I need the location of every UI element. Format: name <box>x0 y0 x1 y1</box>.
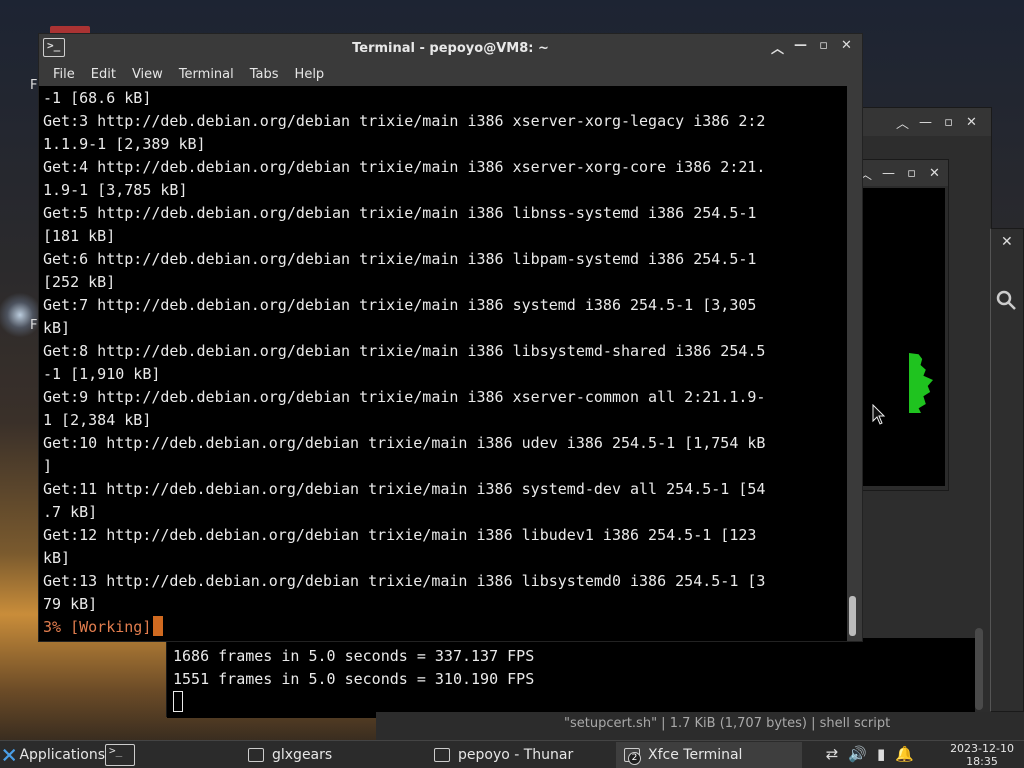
network-icon[interactable]: ⇄ <box>826 745 839 763</box>
terminal-line: Get:11 http://deb.debian.org/debian trix… <box>43 480 766 498</box>
task-xfce-terminal[interactable]: 2 Xfce Terminal <box>616 741 802 768</box>
terminal-line: Get:10 http://deb.debian.org/debian trix… <box>43 434 766 452</box>
terminal-line: Get:6 http://deb.debian.org/debian trixi… <box>43 250 757 268</box>
terminal-output[interactable]: 1686 frames in 5.0 seconds = 337.137 FPS… <box>167 638 975 718</box>
apt-status-line: 3% [Working] <box>43 618 152 636</box>
main-terminal-window[interactable]: >_ Terminal - pepoyo@VM8: ~ ︿ — ▫ ✕ File… <box>38 33 863 642</box>
terminal-screen[interactable]: -1 [68.6 kB] Get:3 http://deb.debian.org… <box>39 86 847 641</box>
menu-bar: File Edit View Terminal Tabs Help <box>39 62 862 86</box>
chevron-up-icon[interactable]: ︿ <box>891 113 914 132</box>
task-thunar[interactable]: pepoyo - Thunar <box>426 742 616 768</box>
scrollbar-thumb[interactable] <box>849 596 856 636</box>
window-titlebar[interactable]: >_ Terminal - pepoyo@VM8: ~ ︿ — ▫ ✕ <box>39 34 862 62</box>
task-label: pepoyo - Thunar <box>458 746 574 763</box>
terminal-line: 79 kB] <box>43 595 98 613</box>
terminal-line: kB] <box>43 549 71 567</box>
terminal-line: Get:3 http://deb.debian.org/debian trixi… <box>43 112 766 130</box>
terminal-line: Get:4 http://deb.debian.org/debian trixi… <box>43 158 766 176</box>
terminal-line: [252 kB] <box>43 273 116 291</box>
menu-tabs[interactable]: Tabs <box>242 67 287 82</box>
terminal-line: Get:9 http://deb.debian.org/debian trixi… <box>43 388 766 406</box>
maximize-icon[interactable]: ▫ <box>812 38 835 57</box>
desktop-label: F <box>30 318 38 333</box>
minimize-icon[interactable]: — <box>789 38 812 57</box>
task-glxgears[interactable]: glxgears <box>240 742 426 768</box>
close-icon[interactable]: ✕ <box>960 115 983 130</box>
terminal-line: Get:12 http://deb.debian.org/debian trix… <box>43 526 757 544</box>
maximize-icon[interactable]: ▫ <box>900 166 923 181</box>
menu-file[interactable]: File <box>45 67 83 82</box>
task-label: Xfce Terminal <box>648 746 743 763</box>
terminal-line: 1.1.9-1 [2,389 kB] <box>43 135 206 153</box>
terminal-line: Get:7 http://deb.debian.org/debian trixi… <box>43 296 757 314</box>
task-label: glxgears <box>272 746 333 763</box>
menu-edit[interactable]: Edit <box>83 67 124 82</box>
clock-time: 18:35 <box>966 755 998 768</box>
notification-bell-icon[interactable]: 🔔 <box>895 745 914 763</box>
terminal-app-icon[interactable]: >_ <box>43 38 65 57</box>
menu-terminal[interactable]: Terminal <box>171 67 242 82</box>
applications-label: Applications <box>19 746 105 763</box>
folder-icon <box>434 747 450 762</box>
menu-view[interactable]: View <box>124 67 171 82</box>
file-status-bar: "setupcert.sh" | 1.7 KiB (1,707 bytes) |… <box>376 712 1024 740</box>
text-cursor <box>173 691 183 712</box>
chevron-up-icon[interactable]: ︿ <box>766 38 789 57</box>
terminal-line: -1 [1,910 kB] <box>43 365 161 383</box>
terminal-line: kB] <box>43 319 71 337</box>
terminal-line: 1.9-1 [3,785 kB] <box>43 181 188 199</box>
volume-icon[interactable]: 🔊 <box>848 745 867 763</box>
terminal-line: ] <box>43 457 53 475</box>
output-line: 1686 frames in 5.0 seconds = 337.137 FPS <box>173 647 535 665</box>
output-line: 1551 frames in 5.0 seconds = 310.190 FPS <box>173 670 535 688</box>
clock-date: 2023-12-10 <box>950 742 1014 755</box>
terminal-line: Get:5 http://deb.debian.org/debian trixi… <box>43 204 757 222</box>
maximize-icon[interactable]: ▫ <box>937 115 960 130</box>
text-cursor <box>153 616 164 636</box>
taskbar: Applications >_ glxgears pepoyo - Thunar… <box>0 740 1024 768</box>
window-title: Terminal - pepoyo@VM8: ~ <box>352 40 549 56</box>
menu-help[interactable]: Help <box>287 67 333 82</box>
gl-canvas[interactable] <box>861 188 945 486</box>
close-icon[interactable]: ✕ <box>1001 234 1013 250</box>
terminal-line: 1 [2,384 kB] <box>43 411 152 429</box>
terminal-line: .7 kB] <box>43 503 98 521</box>
close-icon[interactable]: ✕ <box>835 38 858 57</box>
thunar-window-partial[interactable]: ✕ <box>990 228 1024 712</box>
minimize-icon[interactable]: — <box>914 115 937 130</box>
clock[interactable]: 2023-12-10 18:35 <box>950 742 1014 768</box>
terminal-line: Get:13 http://deb.debian.org/debian trix… <box>43 572 766 590</box>
scrollbar[interactable] <box>975 628 983 710</box>
terminal-line: [181 kB] <box>43 227 116 245</box>
system-tray: ⇄ 🔊 ▮ 🔔 <box>826 745 914 763</box>
terminal-line: Get:8 http://deb.debian.org/debian trixi… <box>43 342 766 360</box>
close-icon[interactable]: ✕ <box>923 166 946 181</box>
applications-menu-button[interactable]: Applications <box>0 747 105 763</box>
power-icon[interactable]: ▮ <box>877 745 885 763</box>
window-icon <box>248 747 264 762</box>
terminal-launcher-icon[interactable]: >_ <box>105 743 135 766</box>
mouse-pointer-icon <box>872 404 886 425</box>
xfce-logo-icon <box>3 748 16 761</box>
green-gear <box>909 353 933 413</box>
minimize-icon[interactable]: — <box>877 166 900 181</box>
desktop-label: F <box>30 78 38 93</box>
window-count-badge: 2 <box>628 751 641 765</box>
search-icon[interactable] <box>995 289 1017 311</box>
terminal-line: -1 [68.6 kB] <box>43 89 152 107</box>
